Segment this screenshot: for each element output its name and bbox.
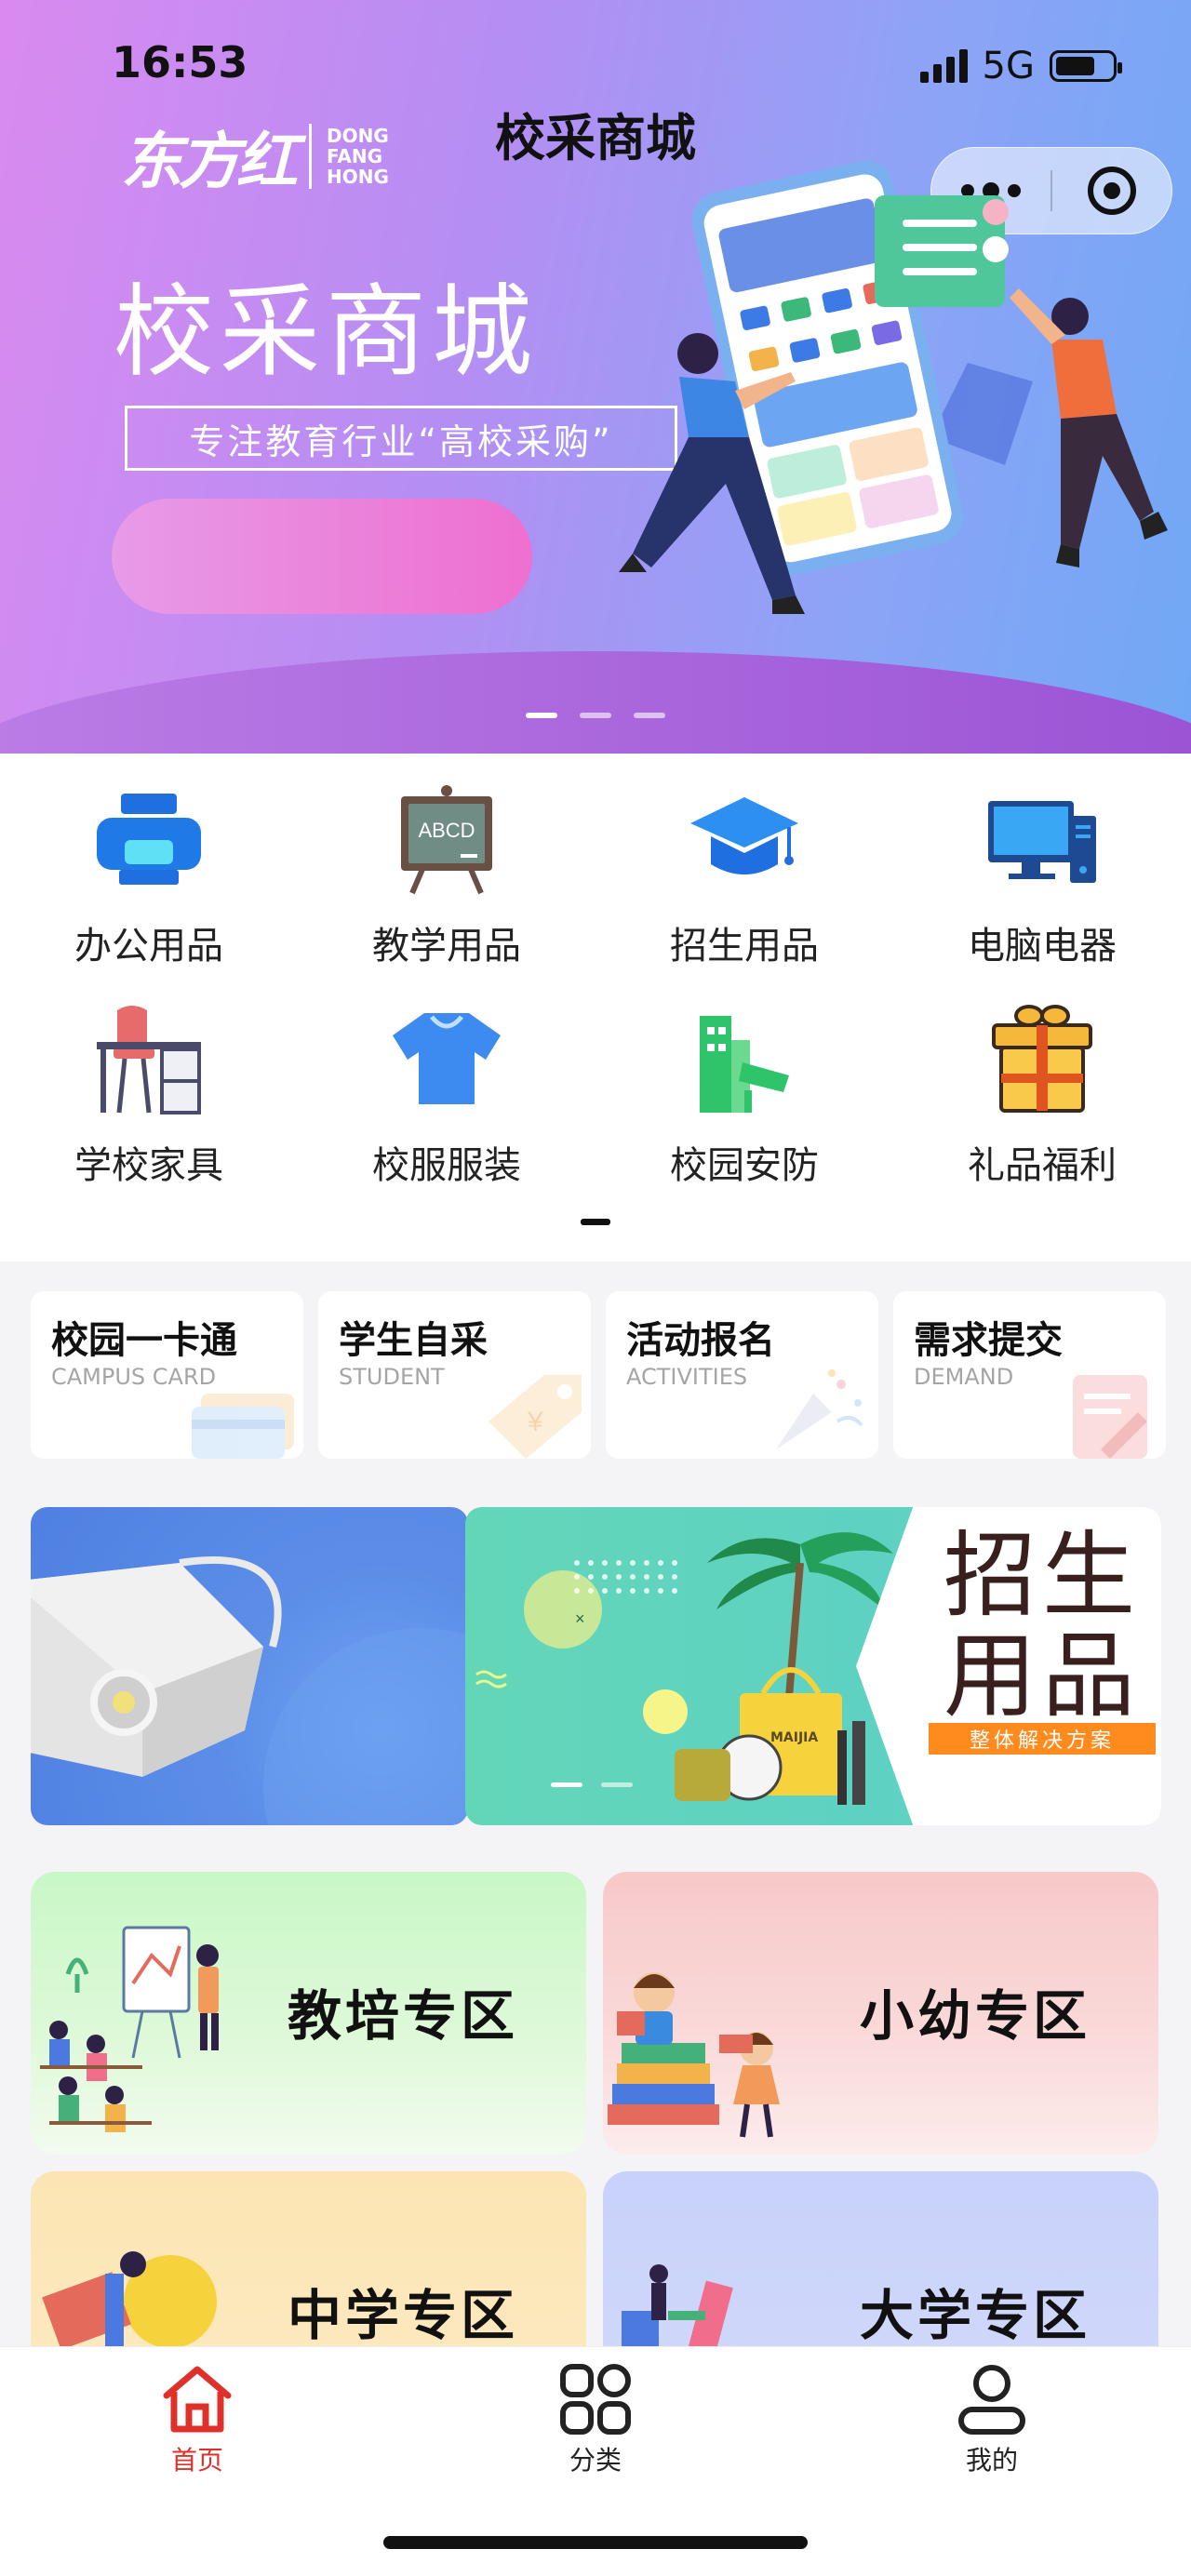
category-label: 校园安防 [670, 1144, 819, 1187]
category-enrollment-supplies[interactable]: 招生用品 [596, 781, 893, 982]
tab-profile[interactable]: 我的 [899, 2362, 1085, 2477]
category-grid: 办公用品 ABCD 教学用品 招生用品 电脑电器 学校家具 校服服装 校园安防 … [0, 781, 1191, 1202]
zone-kindergarten-primary[interactable]: 小幼专区 [603, 1872, 1158, 2155]
category-label: 校服服装 [372, 1144, 521, 1187]
blackboard-icon: ABCD [386, 781, 507, 897]
category-label: 礼品福利 [968, 1144, 1117, 1187]
category-label: 办公用品 [74, 925, 223, 968]
tshirt-icon [386, 1001, 507, 1116]
svg-text:×: × [575, 1609, 585, 1628]
user-icon [955, 2362, 1029, 2436]
svg-text:¥: ¥ [527, 1407, 543, 1437]
category-gifts-benefits[interactable]: 礼品福利 [893, 1001, 1191, 1202]
category-label: 教学用品 [372, 925, 521, 968]
enrollment-tagline: 整体解决方案 [929, 1723, 1156, 1755]
quick-links: 校园一卡通 CAMPUS CARD 学生自采 STUDENT ¥ 活动报名 AC… [31, 1291, 1168, 1459]
quick-link-subtitle: STUDENT [339, 1364, 445, 1390]
status-indicators: 5G [919, 45, 1122, 87]
category-label: 招生用品 [670, 925, 819, 968]
category-office-supplies[interactable]: 办公用品 [0, 781, 298, 982]
quick-link-demand[interactable]: 需求提交 DEMAND [893, 1291, 1166, 1459]
gift-icon [982, 1001, 1103, 1116]
quick-link-student[interactable]: 学生自采 STUDENT ¥ [318, 1291, 591, 1459]
hero-phone-illustration [619, 161, 1168, 614]
page: { "status_bar": { "time": "16:53", "netw… [0, 0, 1191, 2576]
price-tag-icon: ¥ [488, 1375, 582, 1459]
hero-headline: 校采商城 [114, 274, 539, 391]
party-popper-icon [776, 1369, 863, 1449]
hero-pill-decoration [112, 499, 532, 614]
tab-home[interactable]: 首页 [104, 2362, 290, 2477]
zone-label: 大学专区 [860, 2284, 1091, 2347]
printer-icon [88, 781, 209, 897]
card-icon [192, 1394, 294, 1459]
classroom-illustration [40, 1926, 219, 2132]
hero-banner[interactable]: 16:53 5G 东方红 DONG FANG HONG 校采商城 校采商城 专注教育… [0, 0, 1191, 754]
category-computers-electronics[interactable]: 电脑电器 [893, 781, 1191, 982]
computer-icon [982, 781, 1103, 897]
quick-link-campus-card[interactable]: 校园一卡通 CAMPUS CARD [31, 1291, 303, 1459]
quick-link-subtitle: ACTIVITIES [626, 1364, 748, 1390]
promo-banner-enrollment[interactable]: × 招生 用品 整体解决方案 MAIJIA [465, 1507, 1161, 1825]
carousel-dot[interactable] [551, 1782, 582, 1787]
face-mask-illustration [31, 1555, 468, 1825]
carousel-dot[interactable] [634, 713, 665, 718]
tab-category[interactable]: 分类 [502, 2362, 689, 2477]
status-time: 16:53 [112, 37, 248, 87]
carousel-dot[interactable] [526, 713, 557, 718]
home-indicator [383, 2536, 808, 2549]
bag-brand: MAIJIA [770, 1730, 819, 1745]
signal-icon [919, 49, 968, 83]
home-icon [160, 2362, 234, 2436]
zone-education-training[interactable]: 教培专区 [31, 1872, 586, 2155]
battery-icon [1050, 50, 1122, 82]
security-camera-icon [684, 1001, 805, 1116]
desk-icon [88, 1001, 209, 1116]
category-school-uniforms[interactable]: 校服服装 [298, 1001, 596, 1202]
category-page-indicator [581, 1219, 610, 1225]
category-label: 学校家具 [74, 1144, 223, 1187]
hero-subtitle: 专注教育行业“高校采购” [125, 406, 677, 471]
zone-label: 教培专区 [288, 1984, 519, 2048]
quick-link-subtitle: DEMAND [914, 1364, 1014, 1390]
tab-label: 我的 [965, 2445, 1018, 2476]
carousel-dot[interactable] [601, 1782, 633, 1787]
promo-carousel-dots[interactable] [551, 1782, 633, 1787]
promo-banner-mask[interactable] [31, 1507, 468, 1825]
category-panel: 办公用品 ABCD 教学用品 招生用品 电脑电器 学校家具 校服服装 校园安防 … [0, 754, 1191, 1261]
zone-label: 中学专区 [288, 2284, 519, 2347]
svg-text:ABCD: ABCD [418, 819, 475, 842]
grid-icon [558, 2362, 633, 2436]
hero-carousel-dots[interactable] [0, 713, 1191, 718]
category-label: 电脑电器 [968, 925, 1117, 968]
zone-label: 小幼专区 [860, 1984, 1091, 2048]
tab-label: 分类 [569, 2445, 622, 2476]
quick-link-activities[interactable]: 活动报名 ACTIVITIES [606, 1291, 878, 1459]
carousel-dot[interactable] [580, 713, 611, 718]
kids-reading-illustration [608, 1972, 780, 2138]
enrollment-title: 招生 用品 [943, 1521, 1141, 1730]
category-teaching-supplies[interactable]: ABCD 教学用品 [298, 781, 596, 982]
network-type: 5G [982, 45, 1035, 87]
graduation-cap-icon [684, 781, 805, 897]
category-school-furniture[interactable]: 学校家具 [0, 1001, 298, 1202]
category-campus-security[interactable]: 校园安防 [596, 1001, 893, 1202]
tab-label: 首页 [170, 2445, 223, 2476]
document-edit-icon [1073, 1375, 1147, 1459]
